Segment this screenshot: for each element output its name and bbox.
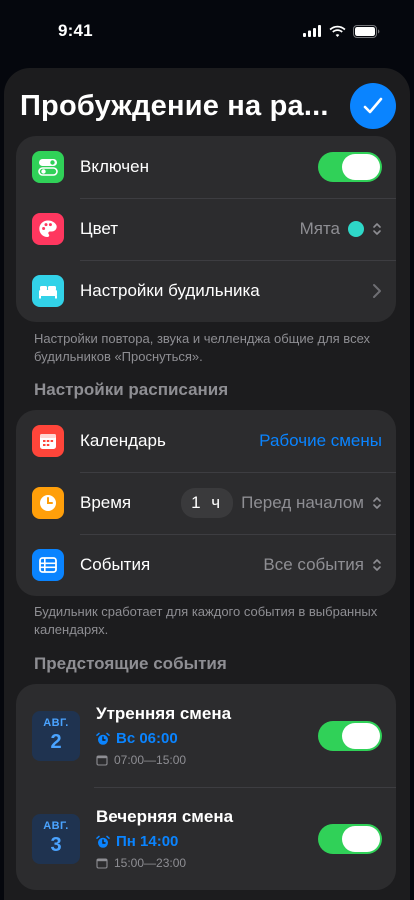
event-range: 15:00—23:00 (96, 856, 318, 870)
event-date-tile: АВГ. 3 (32, 813, 80, 864)
time-relation-picker[interactable]: Перед началом (241, 493, 364, 513)
calendar-small-icon (96, 755, 108, 766)
page-title: Пробуждение на ра... (20, 89, 329, 122)
event-info: Утренняя смена Вс 06:00 07:00—15:00 (96, 704, 318, 767)
time-value: 1 ч Перед началом (181, 488, 382, 518)
event-range: 07:00—15:00 (96, 753, 318, 767)
battery-icon (353, 24, 380, 38)
upcoming-events-group: АВГ. 2 Утренняя смена Вс 06:00 07:00—15:… (16, 684, 396, 890)
color-value-text: Мята (299, 219, 340, 238)
event-toggle[interactable] (318, 823, 382, 854)
bed-icon (32, 275, 64, 307)
settings-sheet: Пробуждение на ра... Включен Цвет Мята Н… (4, 68, 410, 900)
chevron-right-icon (373, 284, 381, 298)
event-month: АВГ. (43, 820, 69, 832)
color-value: Мята (300, 219, 382, 239)
palette-icon (32, 213, 64, 245)
event-day: 3 (50, 834, 62, 856)
calendar-row[interactable]: Календарь Рабочие смены (16, 410, 396, 472)
status-time: 9:41 (58, 21, 93, 40)
event-info: Вечерняя смена Пн 14:00 15:00—23:00 (96, 807, 318, 870)
schedule-footnote: Будильник сработает для каждого события … (34, 604, 378, 637)
toggle-icon (32, 151, 64, 183)
schedule-group: Календарь Рабочие смены Время 1 ч Перед … (16, 410, 396, 596)
event-date-tile: АВГ. 2 (32, 710, 80, 761)
wifi-icon (329, 25, 346, 37)
event-item: АВГ. 2 Утренняя смена Вс 06:00 07:00—15:… (16, 684, 396, 787)
events-label: События (80, 555, 151, 574)
chevron-up-down-icon (373, 223, 381, 235)
color-swatch (348, 221, 364, 237)
enabled-row: Включен (16, 136, 396, 198)
events-row[interactable]: События Все события (16, 534, 396, 596)
color-label: Цвет (80, 219, 119, 238)
confirm-button[interactable] (350, 83, 396, 129)
status-bar: 9:41 (0, 0, 414, 62)
upcoming-section-title: Предстоящие события (34, 654, 227, 673)
event-item: АВГ. 3 Вечерняя смена Пн 14:00 15:00—23:… (16, 787, 396, 890)
calendar-label: Календарь (80, 431, 166, 450)
alarm-settings-label: Настройки будильника (80, 281, 260, 300)
sheet-header: Пробуждение на ра... (20, 82, 396, 130)
event-alarm: Вс 06:00 (96, 730, 318, 747)
events-list-icon (32, 549, 64, 581)
schedule-section-title: Настройки расписания (34, 380, 229, 399)
event-title: Вечерняя смена (96, 807, 234, 826)
color-row[interactable]: Цвет Мята (16, 198, 396, 260)
alarm-settings-row[interactable]: Настройки будильника (16, 260, 396, 322)
general-group: Включен Цвет Мята Настройки будильника (16, 136, 396, 322)
event-time-range: 15:00—23:00 (114, 856, 187, 870)
chevron-up-down-icon (373, 497, 381, 509)
alarm-clock-icon (96, 835, 110, 848)
clock-icon (32, 487, 64, 519)
event-month: АВГ. (43, 717, 69, 729)
event-toggle[interactable] (318, 720, 382, 751)
event-alarm-time: Вс 06:00 (116, 730, 178, 747)
general-footnote: Настройки повтора, звука и челленджа общ… (34, 331, 371, 364)
status-icons (303, 24, 380, 38)
event-title: Утренняя смена (96, 704, 232, 723)
time-label: Время (80, 493, 132, 512)
events-value-text: Все события (263, 555, 364, 574)
event-time-range: 07:00—15:00 (114, 753, 187, 767)
calendar-value-link[interactable]: Рабочие смены (259, 431, 382, 451)
event-day: 2 (50, 731, 62, 753)
calendar-small-icon (96, 858, 108, 869)
calendar-icon (32, 425, 64, 457)
enabled-toggle[interactable] (318, 152, 382, 182)
alarm-clock-icon (96, 732, 110, 745)
cellular-signal-icon (303, 25, 321, 37)
enabled-label: Включен (80, 157, 149, 176)
event-alarm: Пн 14:00 (96, 833, 318, 850)
checkmark-icon (363, 97, 383, 114)
time-row: Время 1 ч Перед началом (16, 472, 396, 534)
events-value: Все события (263, 555, 382, 575)
time-offset-stepper[interactable]: 1 ч (181, 488, 234, 518)
chevron-up-down-icon (373, 559, 381, 571)
event-alarm-time: Пн 14:00 (116, 833, 179, 850)
